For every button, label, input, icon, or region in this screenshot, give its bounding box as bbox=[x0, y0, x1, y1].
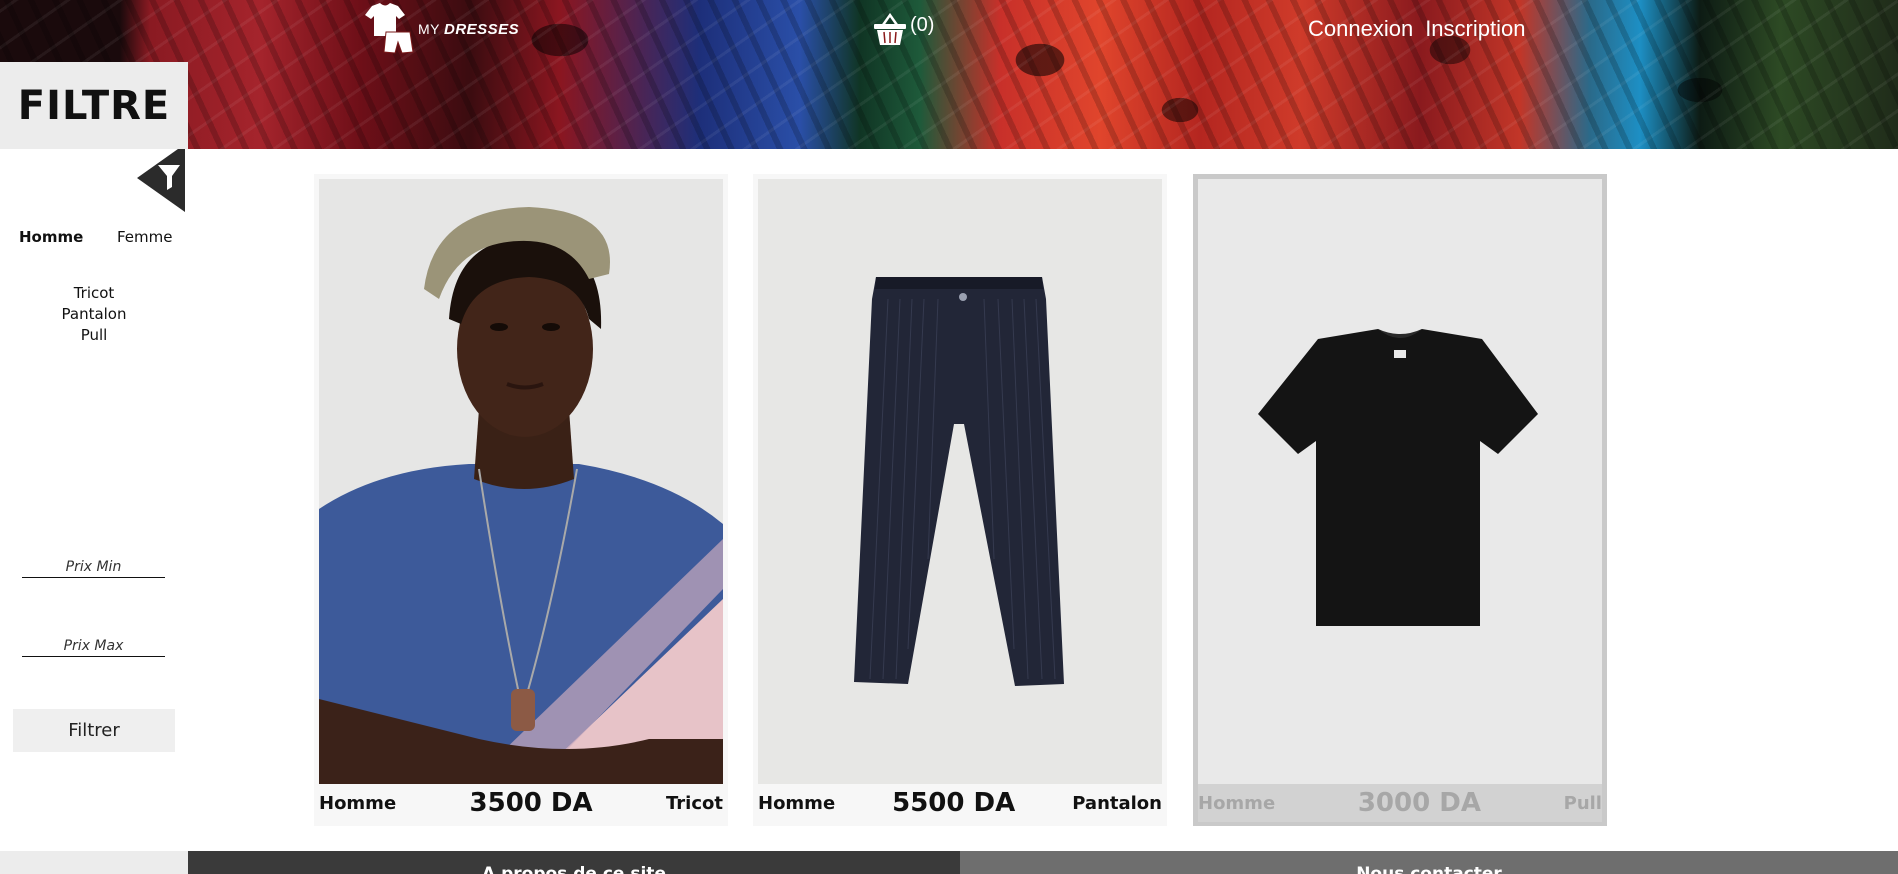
product-gender: Homme bbox=[758, 792, 836, 814]
footer-contact-section[interactable]: Nous contacter bbox=[960, 851, 1898, 874]
cart-button[interactable]: (0) bbox=[872, 12, 934, 46]
footer-about-section[interactable]: A propos de ce site bbox=[188, 851, 960, 874]
category-item-tricot[interactable]: Tricot bbox=[0, 283, 188, 304]
category-item-pull[interactable]: Pull bbox=[0, 325, 188, 346]
category-list: Tricot Pantalon Pull bbox=[0, 283, 188, 346]
clothes-icon bbox=[365, 3, 414, 54]
cart-count: (0) bbox=[910, 14, 935, 36]
signup-link[interactable]: Inscription bbox=[1425, 16, 1525, 42]
gender-option-femme[interactable]: Femme bbox=[117, 228, 173, 246]
product-type: Tricot bbox=[666, 792, 723, 814]
product-price: 5500 DA bbox=[892, 788, 1016, 818]
footer-spacer bbox=[0, 851, 188, 874]
basket-icon bbox=[874, 12, 906, 45]
auth-links: Connexion Inscription bbox=[1308, 16, 1525, 42]
navy-pinstripe-trousers-photo bbox=[758, 179, 1162, 784]
footer: A propos de ce site Nous contacter bbox=[0, 851, 1898, 874]
brand-logo[interactable]: MY DRESSES bbox=[362, 2, 519, 54]
product-type: Pantalon bbox=[1072, 792, 1162, 814]
product-card[interactable]: Homme 3000 DA Pull bbox=[1193, 174, 1607, 826]
product-image-man-tshirt bbox=[319, 179, 723, 784]
product-info: Homme 3000 DA Pull bbox=[1198, 784, 1602, 822]
category-item-pantalon[interactable]: Pantalon bbox=[0, 304, 188, 325]
product-card[interactable]: Homme 5500 DA Pantalon bbox=[753, 174, 1167, 826]
footer-about-label: A propos de ce site bbox=[482, 864, 666, 874]
price-max-input[interactable] bbox=[22, 635, 165, 657]
login-link[interactable]: Connexion bbox=[1308, 16, 1413, 42]
price-min-input[interactable] bbox=[22, 556, 165, 578]
gender-option-homme[interactable]: Homme bbox=[19, 228, 83, 246]
header-banner: MY DRESSES (0) Connexion Inscription bbox=[0, 0, 1898, 149]
product-image-trousers bbox=[758, 179, 1162, 784]
filter-toggle-button[interactable] bbox=[137, 144, 185, 212]
filter-funnel-icon bbox=[137, 144, 185, 212]
product-card[interactable]: Homme 3500 DA Tricot bbox=[314, 174, 728, 826]
product-price: 3000 DA bbox=[1357, 788, 1481, 818]
product-gender: Homme bbox=[1198, 792, 1276, 814]
man-in-tie-dye-tshirt-photo bbox=[319, 179, 723, 784]
product-type: Pull bbox=[1563, 792, 1602, 814]
product-info: Homme 3500 DA Tricot bbox=[319, 784, 723, 822]
brand-prefix: MY bbox=[418, 21, 440, 37]
filter-submit-button[interactable]: Filtrer bbox=[13, 709, 175, 752]
footer-contact-label: Nous contacter bbox=[1356, 864, 1502, 874]
product-info: Homme 5500 DA Pantalon bbox=[758, 784, 1162, 822]
product-image-black-tshirt bbox=[1198, 179, 1602, 784]
brand-name: DRESSES bbox=[444, 20, 520, 38]
black-tshirt-photo bbox=[1198, 179, 1602, 784]
filter-title: FILTRE bbox=[17, 82, 171, 129]
filter-title-box: FILTRE bbox=[0, 62, 188, 149]
product-gender: Homme bbox=[319, 792, 397, 814]
product-price: 3500 DA bbox=[469, 788, 593, 818]
